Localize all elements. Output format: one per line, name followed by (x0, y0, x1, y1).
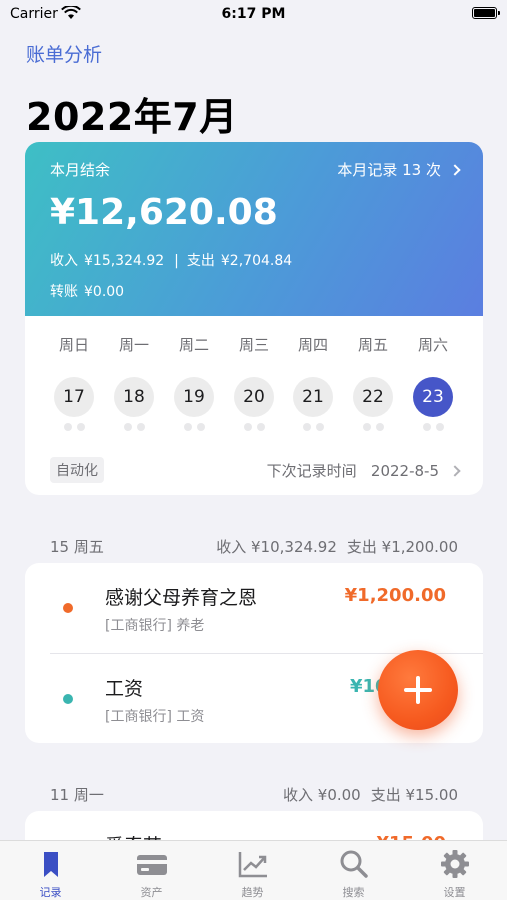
entry-title: 工资 (105, 678, 144, 700)
separator: | (174, 253, 179, 269)
day-dots (244, 423, 265, 431)
card-icon (137, 855, 167, 875)
next-record-date: 2022-8-5 (370, 462, 439, 480)
day-date[interactable]: 19 (174, 377, 214, 417)
income-expense-line: 收入 ¥15,324.92 | 支出 ¥2,704.84 (50, 250, 298, 270)
day-name: 周六 (417, 336, 448, 354)
summary-card: 本月结余 本月记录 13 次 ¥12,620.08 收入 ¥15,324.92 | 支… (25, 142, 483, 495)
trend-chart-icon (238, 852, 267, 878)
day-dots (303, 423, 324, 431)
tab-label: 记录 (39, 886, 62, 899)
day-date[interactable]: 21 (293, 377, 333, 417)
entry-subtitle: [工商银行] 工资 (105, 706, 204, 726)
income-label: 收入 (50, 253, 78, 269)
group-date: 15 周五 (50, 538, 104, 556)
bill-analysis-link[interactable]: 账单分析 (26, 40, 102, 67)
tab-settings[interactable]: 设置 (404, 841, 505, 900)
group-income: 收入 ¥10,324.92 (216, 538, 337, 556)
entry-amount: ¥1,200.00 (344, 585, 446, 606)
chevron-right-icon (449, 465, 461, 477)
transfer-line: 转账 ¥0.00 (50, 281, 130, 301)
day-name: 周日 (58, 336, 89, 354)
group-income: 收入 ¥0.00 (283, 786, 361, 804)
day-dots (64, 423, 85, 431)
day-name: 周五 (357, 336, 388, 354)
entry-title: 感谢父母养育之恩 (105, 587, 258, 609)
clock: 6:17 PM (221, 6, 286, 22)
entry-subtitle: [工商银行] 养老 (105, 615, 204, 635)
day-dots (124, 423, 145, 431)
group-summary: 收入 ¥0.00 支出 ¥15.00 (283, 784, 458, 805)
group-expense: 支出 ¥1,200.00 (346, 538, 458, 556)
day-name: 周二 (178, 336, 209, 354)
status-bar: Carrier 6:17 PM (0, 0, 507, 30)
bookmark-icon (44, 852, 58, 877)
day-dots (423, 423, 444, 431)
balance-label: 本月结余 (50, 161, 111, 179)
day-name: 周一 (118, 336, 149, 354)
transfer-amount: ¥0.00 (84, 284, 125, 300)
tab-search[interactable]: 搜索 (303, 841, 404, 900)
group-date: 11 周一 (50, 786, 104, 804)
next-record-link[interactable]: 下次记录时间 2022-8-5 (266, 460, 461, 481)
gear-icon (441, 850, 469, 878)
balance-amount: ¥12,620.08 (50, 192, 278, 233)
income-amount: ¥15,324.92 (84, 253, 165, 269)
tab-label: 趋势 (241, 886, 264, 899)
day-date-selected[interactable]: 23 (413, 377, 453, 417)
day-name: 周四 (297, 336, 328, 354)
day-date[interactable]: 17 (54, 377, 94, 417)
next-record-label: 下次记录时间 (266, 462, 357, 480)
balance-panel: 本月结余 本月记录 13 次 ¥12,620.08 收入 ¥15,324.92 | 支… (25, 142, 483, 316)
tab-assets[interactable]: 资产 (101, 841, 202, 900)
tab-trends[interactable]: 趋势 (202, 841, 303, 900)
entry-account: [工商银行] (105, 618, 172, 634)
tab-label: 搜索 (342, 886, 365, 899)
page-title[interactable]: 2022年7月 (26, 86, 238, 141)
day-date[interactable]: 20 (234, 377, 274, 417)
expense-dot (63, 603, 73, 613)
search-icon (340, 850, 368, 878)
tab-label: 资产 (140, 886, 163, 899)
add-record-button[interactable] (378, 650, 458, 730)
chevron-right-icon (449, 164, 461, 176)
expense-label: 支出 (186, 253, 215, 269)
day-date[interactable]: 22 (353, 377, 393, 417)
tab-label: 设置 (443, 886, 466, 899)
records-label: 本月记录 13 次 (337, 161, 441, 179)
entry-account: [工商银行] (105, 709, 172, 725)
week-strip: 周日 17 周一 18 周二 19 周三 20 周四 21 周五 22 周六 2… (25, 316, 483, 495)
day-name: 周三 (238, 336, 269, 354)
monthly-records-link[interactable]: 本月记录 13 次 (337, 159, 461, 180)
automation-chip[interactable]: 自动化 (50, 457, 104, 483)
day-date[interactable]: 18 (114, 377, 154, 417)
entry-category: 养老 (176, 618, 205, 634)
tab-bar: 记录 资产 趋势 搜索 设置 (0, 840, 507, 900)
group-summary: 收入 ¥10,324.92 支出 ¥1,200.00 (216, 536, 458, 557)
expense-amount: ¥2,704.84 (220, 253, 293, 269)
tab-records[interactable]: 记录 (0, 841, 101, 900)
battery-icon (472, 7, 500, 19)
entry-category: 工资 (176, 709, 205, 725)
income-dot (63, 694, 73, 704)
transfer-label: 转账 (50, 284, 78, 300)
day-dots (184, 423, 205, 431)
list-item[interactable]: 感谢父母养育之恩 [工商银行] 养老 ¥1,200.00 (25, 563, 483, 653)
day-dots (363, 423, 384, 431)
group-expense: 支出 ¥15.00 (370, 786, 458, 804)
